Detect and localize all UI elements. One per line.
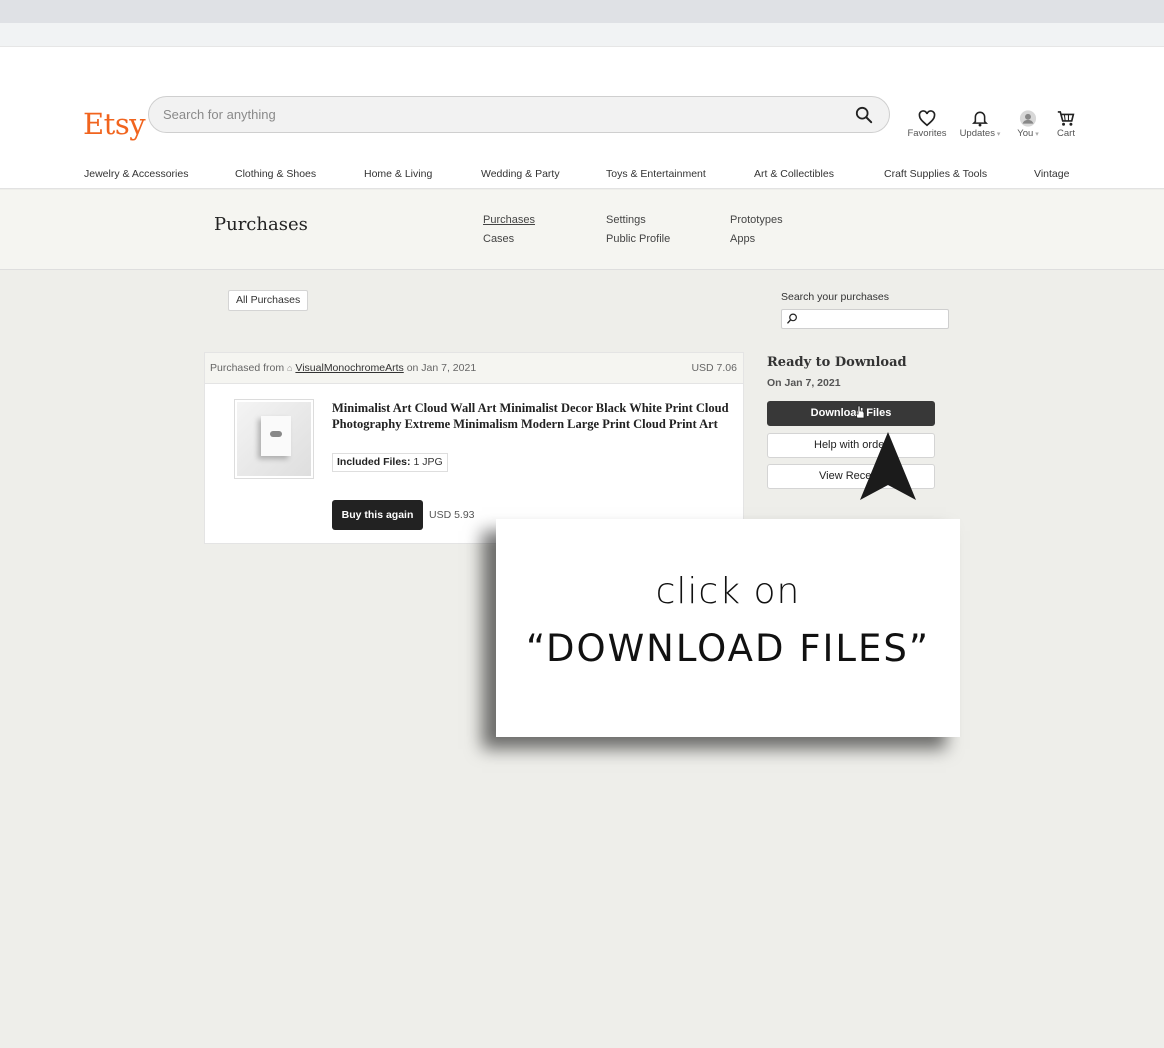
search-icon bbox=[787, 313, 797, 324]
item-title-link[interactable]: Minimalist Art Cloud Wall Art Minimalist… bbox=[332, 400, 732, 432]
updates-label: Updates bbox=[959, 128, 995, 139]
download-files-button[interactable]: Download Files bbox=[767, 401, 935, 426]
hand-cursor-icon bbox=[855, 405, 865, 419]
order-date: on Jan 7, 2021 bbox=[406, 362, 477, 374]
sublink-cases[interactable]: Cases bbox=[483, 233, 514, 245]
cart-nav[interactable]: Cart bbox=[1052, 110, 1080, 139]
category-toys[interactable]: Toys & Entertainment bbox=[606, 168, 706, 180]
category-art[interactable]: Art & Collectibles bbox=[754, 168, 834, 180]
you-label: You bbox=[1017, 128, 1034, 139]
ready-to-download-title: Ready to Download bbox=[767, 355, 907, 370]
included-files-label: Included Files: bbox=[337, 456, 411, 468]
favorites-label: Favorites bbox=[907, 128, 947, 139]
page-title: Purchases bbox=[214, 214, 308, 235]
search-purchases-label: Search your purchases bbox=[781, 291, 889, 303]
search-bar[interactable]: Search for anything bbox=[148, 96, 890, 133]
included-files-badge: Included Files: 1 JPG bbox=[332, 453, 448, 472]
ready-date: On Jan 7, 2021 bbox=[767, 377, 841, 389]
bell-icon bbox=[972, 111, 988, 127]
purchased-from-label: Purchased from bbox=[210, 362, 285, 374]
buy-again-button[interactable]: Buy this again bbox=[332, 500, 423, 530]
pointer-arrow-icon bbox=[860, 432, 916, 500]
order-source: Purchased from ⌂ VisualMonochromeArts on… bbox=[210, 362, 476, 374]
item-thumbnail[interactable] bbox=[234, 399, 314, 479]
etsy-logo[interactable]: Etsy bbox=[83, 107, 146, 141]
updates-nav[interactable]: Updates ▾ bbox=[955, 110, 1005, 139]
avatar bbox=[1019, 110, 1037, 127]
heart-icon bbox=[918, 110, 936, 127]
cart-icon bbox=[1057, 111, 1075, 126]
order-card: Purchased from ⌂ VisualMonochromeArts on… bbox=[204, 352, 744, 544]
category-jewelry[interactable]: Jewelry & Accessories bbox=[84, 168, 188, 180]
included-files-value: 1 JPG bbox=[413, 456, 443, 468]
browser-tab-strip bbox=[0, 0, 1164, 23]
cart-label: Cart bbox=[1057, 128, 1075, 139]
chevron-down-icon: ▾ bbox=[1033, 131, 1039, 138]
search-placeholder[interactable]: Search for anything bbox=[163, 107, 276, 122]
sublink-purchases[interactable]: Purchases bbox=[483, 214, 535, 226]
category-clothing[interactable]: Clothing & Shoes bbox=[235, 168, 316, 180]
category-wedding[interactable]: Wedding & Party bbox=[481, 168, 560, 180]
sublink-prototypes[interactable]: Prototypes bbox=[730, 214, 783, 226]
shop-link[interactable]: VisualMonochromeArts bbox=[295, 362, 403, 374]
sublink-settings[interactable]: Settings bbox=[606, 214, 646, 226]
all-purchases-filter[interactable]: All Purchases bbox=[228, 290, 309, 311]
sublink-apps[interactable]: Apps bbox=[730, 233, 755, 245]
chevron-down-icon: ▾ bbox=[994, 131, 1001, 138]
item-price: USD 5.93 bbox=[429, 509, 475, 521]
instruction-line-2: “DOWNLOAD FILES” bbox=[525, 627, 931, 670]
search-purchases-input[interactable] bbox=[781, 309, 949, 329]
account-subheader: Purchases Purchases Cases Settings Publi… bbox=[0, 190, 1164, 270]
category-nav: Jewelry & Accessories Clothing & Shoes H… bbox=[0, 168, 1164, 182]
search-icon[interactable] bbox=[855, 106, 873, 124]
category-home-living[interactable]: Home & Living bbox=[364, 168, 432, 180]
instruction-overlay: click on “DOWNLOAD FILES” bbox=[496, 519, 960, 737]
favorites-nav[interactable]: Favorites bbox=[906, 110, 948, 139]
category-craft-supplies[interactable]: Craft Supplies & Tools bbox=[884, 168, 987, 180]
browser-toolbar bbox=[0, 23, 1164, 47]
you-nav[interactable]: You ▾ bbox=[1012, 110, 1044, 139]
sublink-public-profile[interactable]: Public Profile bbox=[606, 233, 670, 245]
category-vintage[interactable]: Vintage bbox=[1034, 168, 1069, 180]
shop-icon: ⌂ bbox=[287, 363, 293, 373]
instruction-line-1: click on bbox=[655, 571, 801, 612]
site-header: Etsy Search for anything Favorites Updat… bbox=[0, 47, 1164, 189]
order-total: USD 7.06 bbox=[691, 362, 737, 374]
order-header: Purchased from ⌂ VisualMonochromeArts on… bbox=[205, 353, 743, 384]
